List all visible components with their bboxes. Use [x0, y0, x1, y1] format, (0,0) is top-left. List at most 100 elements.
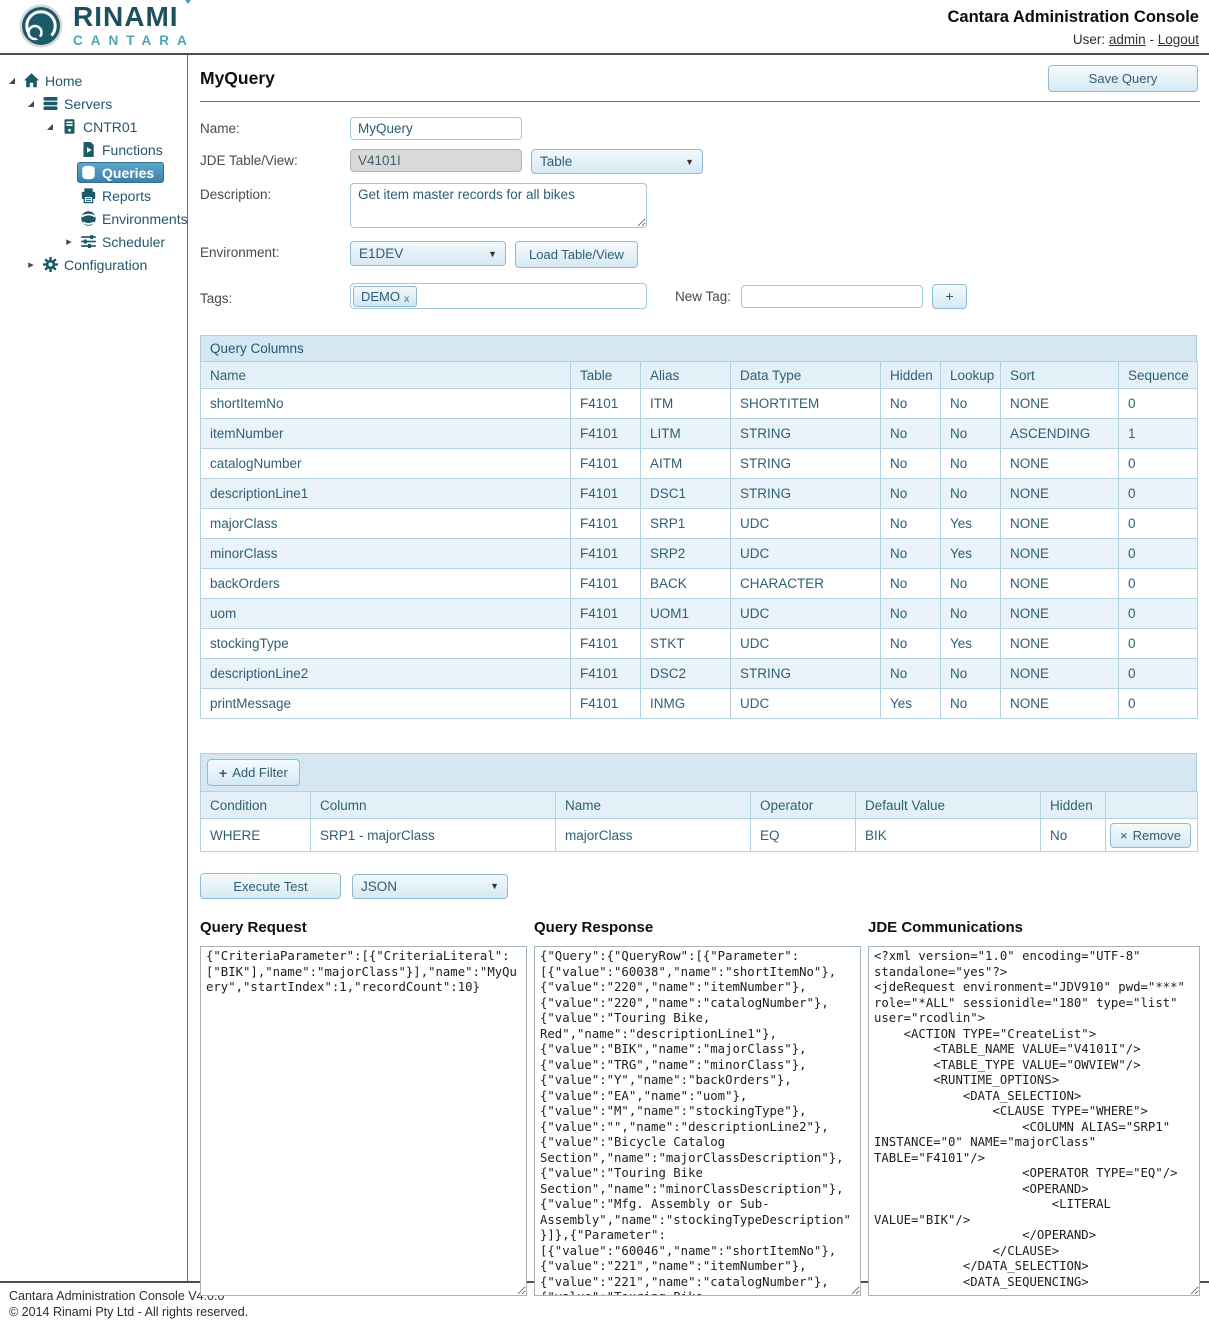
- save-query-button[interactable]: Save Query: [1048, 65, 1198, 92]
- query-column-row[interactable]: backOrdersF4101BACKCHARACTERNoNoNONE0: [201, 569, 1198, 599]
- expander-open-icon[interactable]: ◢: [42, 122, 58, 131]
- description-label: Description:: [200, 183, 350, 202]
- cell: AITM: [641, 449, 731, 479]
- cell: 0: [1119, 449, 1198, 479]
- cell: No: [941, 449, 1001, 479]
- filter-operator: EQ: [751, 819, 856, 852]
- table-type-select[interactable]: Table ▼: [531, 149, 703, 174]
- add-tag-button[interactable]: +: [932, 284, 967, 309]
- cell: STRING: [731, 419, 881, 449]
- tag-chip[interactable]: DEMO x: [353, 286, 417, 307]
- query-column-row[interactable]: minorClassF4101SRP2UDCNoYesNONE0: [201, 539, 1198, 569]
- format-select[interactable]: JSON ▼: [352, 874, 508, 899]
- column-header: Hidden: [881, 362, 941, 389]
- query-columns-tbody: shortItemNoF4101ITMSHORTITEMNoNoNONE0ite…: [201, 389, 1198, 719]
- cell: STRING: [731, 479, 881, 509]
- filter-header: Name: [556, 792, 751, 819]
- cell: 0: [1119, 599, 1198, 629]
- dropdown-arrow-icon: ▼: [490, 881, 499, 891]
- query-column-row[interactable]: uomF4101UOM1UDCNoNoNONE0: [201, 599, 1198, 629]
- sidebar-item-label: CNTR01: [83, 119, 137, 135]
- remove-filter-button[interactable]: × Remove: [1110, 823, 1191, 848]
- user-separator: -: [1149, 32, 1154, 47]
- environment-value: E1DEV: [359, 246, 403, 261]
- home-icon: [23, 72, 40, 89]
- load-table-view-button[interactable]: Load Table/View: [515, 241, 638, 268]
- cell: F4101: [571, 389, 641, 419]
- cell: catalogNumber: [201, 449, 571, 479]
- logout-link[interactable]: Logout: [1158, 32, 1199, 47]
- execute-test-button[interactable]: Execute Test: [200, 873, 341, 899]
- sidebar-item-functions[interactable]: Functions: [0, 138, 187, 161]
- cell: shortItemNo: [201, 389, 571, 419]
- cell: No: [881, 479, 941, 509]
- cell: UOM1: [641, 599, 731, 629]
- filter-header: Default Value: [856, 792, 1041, 819]
- sidebar-item-queries[interactable]: Queries: [0, 161, 187, 184]
- dropdown-arrow-icon: ▼: [488, 249, 497, 259]
- sidebar-item-label: Queries: [102, 165, 154, 181]
- sidebar-item-scheduler[interactable]: ▸Scheduler: [0, 230, 187, 253]
- sidebar-item-reports[interactable]: Reports: [0, 184, 187, 207]
- jde-communications-textarea[interactable]: <?xml version="1.0" encoding="UTF-8" sta…: [868, 946, 1200, 1296]
- query-column-row[interactable]: catalogNumberF4101AITMSTRINGNoNoNONE0: [201, 449, 1198, 479]
- column-header: Lookup: [941, 362, 1001, 389]
- query-column-row[interactable]: printMessageF4101INMGUDCYesNoNONE0: [201, 689, 1198, 719]
- query-column-row[interactable]: stockingTypeF4101STKTUDCNoYesNONE0: [201, 629, 1198, 659]
- logo: RINAMI CANTARA: [18, 3, 195, 49]
- environment-select[interactable]: E1DEV ▼: [350, 241, 506, 266]
- sidebar-item-label: Home: [45, 73, 82, 89]
- add-filter-button[interactable]: + Add Filter: [207, 759, 300, 786]
- cell: stockingType: [201, 629, 571, 659]
- new-tag-input[interactable]: [741, 285, 923, 308]
- sidebar-item-servers[interactable]: ◢ Servers: [0, 92, 187, 115]
- filter-column: SRP1 - majorClass: [311, 819, 556, 852]
- cell: NONE: [1001, 449, 1119, 479]
- cell: No: [881, 659, 941, 689]
- sidebar-item-home[interactable]: ◢ Home: [0, 69, 187, 92]
- sidebar-item-label: Servers: [64, 96, 112, 112]
- cell: 0: [1119, 689, 1198, 719]
- expander-closed-icon[interactable]: ▸: [23, 258, 39, 271]
- query-response-textarea[interactable]: {"Query":{"QueryRow":[{"Parameter":[{"va…: [534, 946, 861, 1296]
- cell: No: [881, 539, 941, 569]
- user-link[interactable]: admin: [1109, 32, 1146, 47]
- query-column-row[interactable]: shortItemNoF4101ITMSHORTITEMNoNoNONE0: [201, 389, 1198, 419]
- functions-icon: [80, 141, 97, 158]
- query-columns-title: Query Columns: [200, 335, 1197, 361]
- add-filter-label: Add Filter: [232, 765, 288, 780]
- filter-table: ConditionColumnNameOperatorDefault Value…: [200, 791, 1198, 852]
- sidebar-item-configuration[interactable]: ▸Configuration: [0, 253, 187, 276]
- cell: DSC2: [641, 659, 731, 689]
- tags-container[interactable]: DEMO x: [350, 283, 647, 309]
- name-input[interactable]: [350, 117, 522, 140]
- sidebar-nav: ◢ Home ◢ Servers ◢ CNTR01 Functions Queries Repo…: [0, 55, 188, 1281]
- query-request-textarea[interactable]: {"CriteriaParameter":[{"CriteriaLiteral"…: [200, 946, 527, 1296]
- cell: F4101: [571, 509, 641, 539]
- cell: No: [881, 629, 941, 659]
- query-column-row[interactable]: descriptionLine2F4101DSC2STRINGNoNoNONE0: [201, 659, 1198, 689]
- dropdown-arrow-icon: ▼: [685, 157, 694, 167]
- query-request-title: Query Request: [200, 919, 527, 936]
- filter-name: majorClass: [556, 819, 751, 852]
- expander-open-icon[interactable]: ◢: [4, 76, 20, 85]
- query-column-row[interactable]: majorClassF4101SRP1UDCNoYesNONE0: [201, 509, 1198, 539]
- cell: Yes: [941, 509, 1001, 539]
- filter-row[interactable]: WHERE SRP1 - majorClass majorClass EQ BI…: [201, 819, 1198, 852]
- tag-close-icon[interactable]: x: [404, 293, 409, 305]
- column-header: Table: [571, 362, 641, 389]
- column-header: Name: [201, 362, 571, 389]
- sidebar-item-environments[interactable]: Environments: [0, 207, 187, 230]
- expander-closed-icon[interactable]: ▸: [61, 235, 77, 248]
- filter-header-row: ConditionColumnNameOperatorDefault Value…: [201, 792, 1198, 819]
- cell: SRP2: [641, 539, 731, 569]
- filter-toolbar: + Add Filter: [200, 753, 1197, 791]
- cell: SHORTITEM: [731, 389, 881, 419]
- query-column-row[interactable]: descriptionLine1F4101DSC1STRINGNoNoNONE0: [201, 479, 1198, 509]
- cell: No: [941, 599, 1001, 629]
- description-textarea[interactable]: Get item master records for all bikes: [350, 183, 647, 228]
- expander-open-icon[interactable]: ◢: [23, 99, 39, 108]
- cell: backOrders: [201, 569, 571, 599]
- query-column-row[interactable]: itemNumberF4101LITMSTRINGNoNoASCENDING1: [201, 419, 1198, 449]
- sidebar-item-cntr01[interactable]: ◢ CNTR01: [0, 115, 187, 138]
